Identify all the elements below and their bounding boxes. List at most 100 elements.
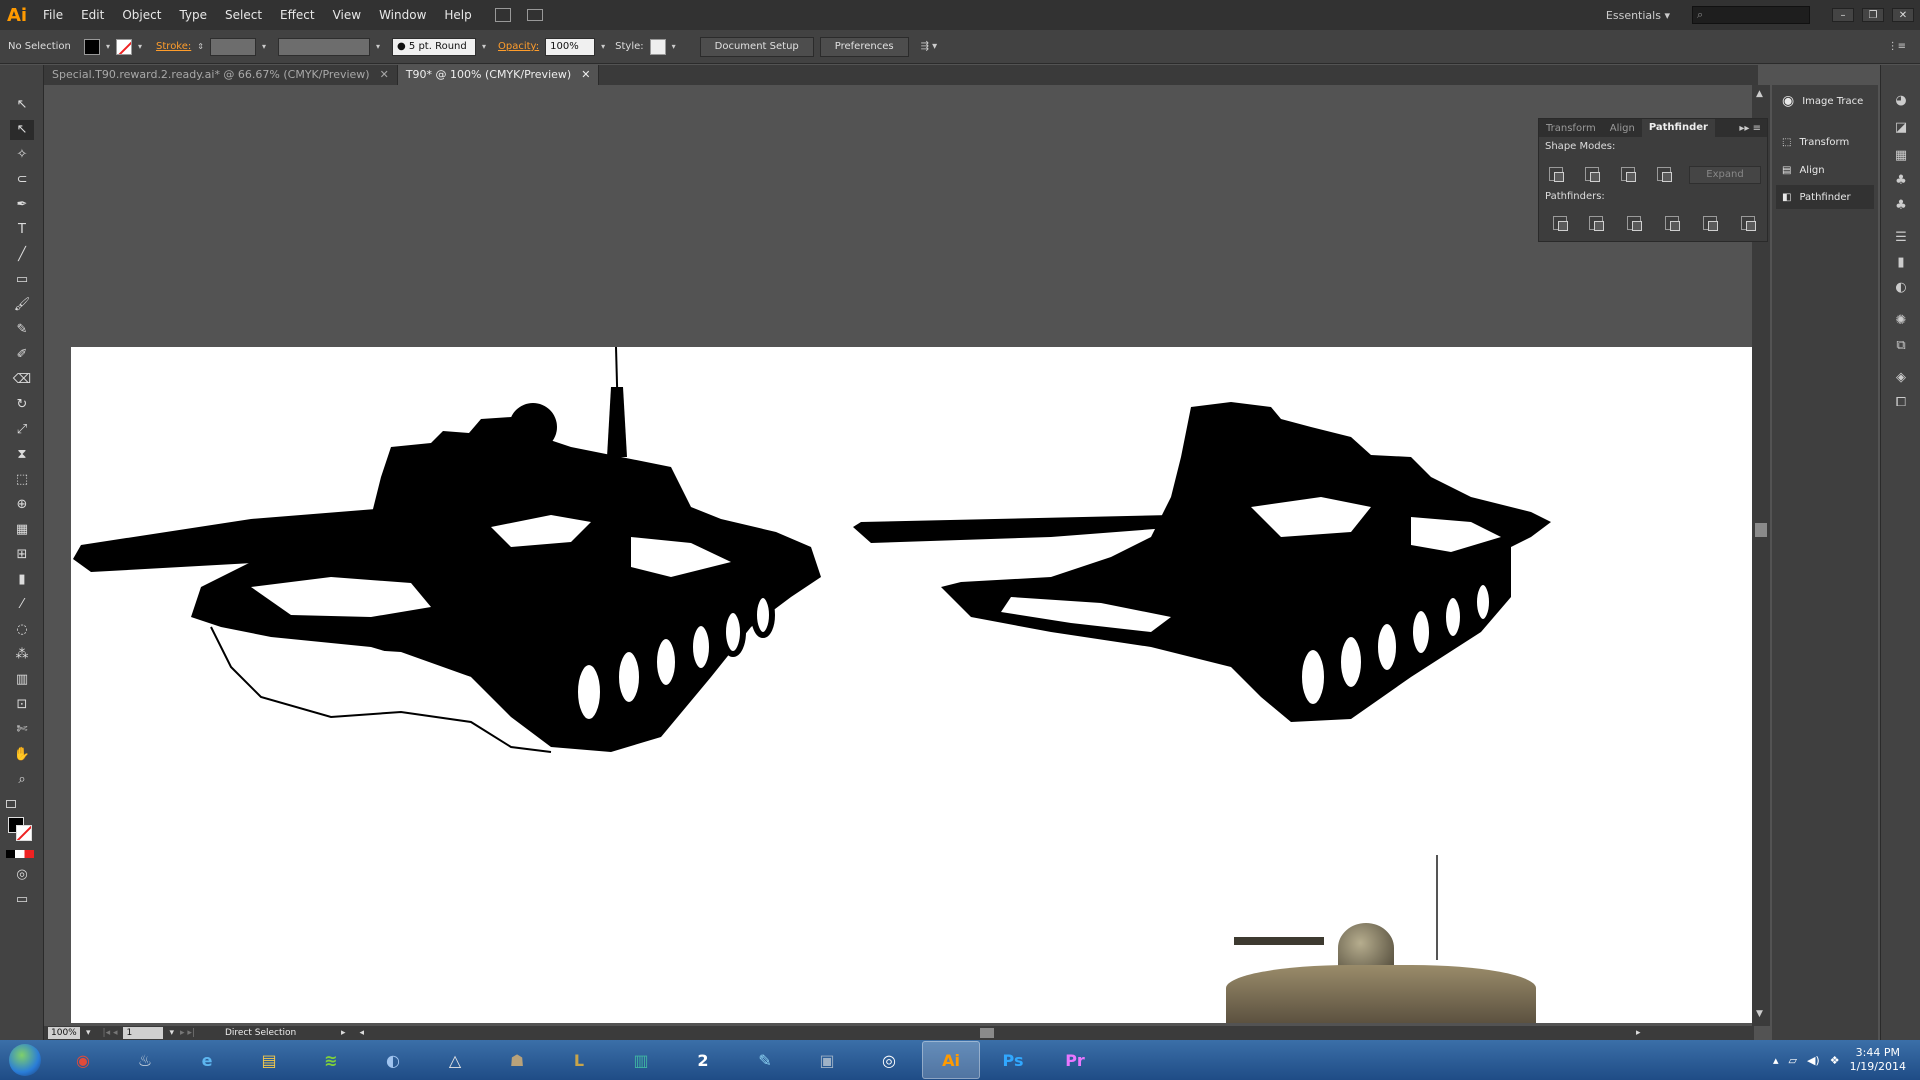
rotate-tool-icon[interactable]: ↻ [10,395,34,415]
close-tab-icon[interactable]: ✕ [380,65,389,85]
symbol-sprayer-tool-icon[interactable]: ⁂ [10,645,34,665]
shape-builder-tool-icon[interactable]: ⊕ [10,495,34,515]
menu-type[interactable]: Type [170,8,216,22]
scroll-thumb[interactable] [1755,523,1767,537]
brush-field[interactable]: ● 5 pt. Round [392,37,476,56]
stroke-weight-field[interactable] [209,37,256,56]
variable-width-dropdown[interactable]: ▾ [376,42,380,51]
lasso-tool-icon[interactable]: ⊂ [10,170,34,190]
fill-dropdown-icon[interactable]: ▾ [106,42,110,51]
taskbar-media-icon[interactable]: ◐ [364,1041,422,1079]
first-artboard-icon[interactable]: |◂ ◂ [103,1028,118,1038]
stroke-panel-icon[interactable]: ☰ [1890,230,1912,248]
menu-help[interactable]: Help [435,8,480,22]
eyedropper-tool-icon[interactable]: ⁄ [10,595,34,615]
menu-file[interactable]: File [34,8,72,22]
taskbar-internet-explorer-icon[interactable]: e [178,1041,236,1079]
gradient-tool-icon[interactable]: ▮ [10,570,34,590]
bridge-icon[interactable] [494,8,511,22]
merge-icon[interactable] [1627,216,1642,231]
tab-special-t90[interactable]: Special.T90.reward.2.ready.ai* @ 66.67% … [44,65,398,85]
pencil-tool-icon[interactable]: ✎ [10,320,34,340]
restore-button[interactable]: ❐ [1862,8,1884,22]
tab-pathfinder[interactable]: Pathfinder [1641,119,1715,137]
transparency-icon[interactable]: ◐ [1890,280,1912,298]
opacity-dropdown[interactable]: ▾ [601,42,605,51]
horizontal-scrollbar[interactable] [370,1028,1630,1038]
minus-front-icon[interactable] [1585,167,1600,182]
type-tool-icon[interactable]: T [10,220,34,240]
search-input[interactable]: ⌕ [1692,6,1810,24]
paintbrush-tool-icon[interactable]: 🖌 [10,295,34,315]
scale-tool-icon[interactable]: ⤢ [10,420,34,440]
slice-tool-icon[interactable]: ✄ [10,720,34,740]
tab-transform[interactable]: Transform [1539,123,1603,134]
appearance-icon[interactable]: ✺ [1890,313,1912,331]
graphic-styles-icon[interactable]: ⧉ [1890,338,1912,356]
outline-icon[interactable] [1703,216,1718,231]
workspace-switcher[interactable]: Essentials ▾ [1606,9,1670,22]
artboard-dropdown-icon[interactable]: ▾ [169,1028,174,1038]
rectangle-tool-icon[interactable]: ▭ [10,270,34,290]
symbols-icon[interactable]: ♣ [1890,173,1912,191]
width-tool-icon[interactable]: ⧗ [10,445,34,465]
intersect-icon[interactable] [1621,167,1636,182]
preferences-button[interactable]: Preferences [819,36,909,57]
menu-edit[interactable]: Edit [72,8,113,22]
draw-mode-icon[interactable]: ◎ [10,865,34,885]
brush-dropdown[interactable]: ▾ [482,42,486,51]
exclude-icon[interactable] [1657,167,1672,182]
stroke-dropdown-icon[interactable]: ▾ [138,42,142,51]
default-colors-icon[interactable] [6,800,16,808]
taskbar-chart-app-icon[interactable]: ▥ [612,1041,670,1079]
opacity-field[interactable]: 100% [545,37,596,56]
club-icon[interactable]: ♣ [1890,198,1912,216]
artboard-number-field[interactable]: 1 [123,1027,164,1039]
transform-panel-button[interactable]: ⬚ Transform [1776,130,1874,154]
unite-icon[interactable] [1549,167,1564,182]
blob-brush-tool-icon[interactable]: ✐ [10,345,34,365]
scroll-right-icon[interactable]: ▸ [1636,1028,1641,1038]
taskbar-photoshop-icon[interactable]: Ps [984,1041,1042,1079]
scroll-left-icon[interactable]: ◂ [359,1028,364,1038]
control-panel-menu-icon[interactable]: ⋮≡ [1888,41,1906,52]
reference-tank-photo[interactable] [1226,855,1536,1023]
taskbar-premiere-icon[interactable]: Pr [1046,1041,1104,1079]
tank-right-artwork[interactable] [851,347,1611,767]
direct-selection-tool-icon[interactable]: ↖ [10,120,34,140]
hand-tool-icon[interactable]: ✋ [10,745,34,765]
horizontal-scroll-thumb[interactable] [980,1028,994,1038]
panel-collapse-icon[interactable]: ▸▸ ≡ [1739,123,1767,134]
menu-view[interactable]: View [324,8,370,22]
free-transform-tool-icon[interactable]: ⬚ [10,470,34,490]
clock[interactable]: 3:44 PM 1/19/2014 [1850,1046,1906,1074]
taskbar-league-icon[interactable]: L [550,1041,608,1079]
style-dropdown[interactable]: ▾ [672,42,676,51]
network-icon[interactable]: ▱ [1788,1054,1796,1067]
divide-icon[interactable] [1553,216,1568,231]
taskbar-game-icon[interactable]: ☗ [488,1041,546,1079]
trim-icon[interactable] [1589,216,1604,231]
artboard-tool-icon[interactable]: ⊡ [10,695,34,715]
eraser-tool-icon[interactable]: ⌫ [10,370,34,390]
tab-t90[interactable]: T90* @ 100% (CMYK/Preview) ✕ [397,65,600,85]
graph-tool-icon[interactable]: ▥ [10,670,34,690]
stroke-label[interactable]: Stroke: [156,41,191,52]
taskbar-app-2-icon[interactable]: 2 [674,1041,732,1079]
brushes-icon[interactable]: ▦ [1890,148,1912,166]
screen-mode-icon[interactable]: ▭ [10,890,34,910]
image-trace-panel-button[interactable]: ◉ Image Trace [1776,89,1874,113]
opacity-label[interactable]: Opacity: [498,41,539,52]
magic-wand-tool-icon[interactable]: ✧ [10,145,34,165]
menu-object[interactable]: Object [113,8,170,22]
variable-width-field[interactable] [277,37,370,56]
zoom-tool-icon[interactable]: ⌕ [10,770,34,790]
tab-align[interactable]: Align [1603,123,1642,134]
dropbox-icon[interactable]: ❖ [1830,1054,1840,1067]
zoom-dropdown-icon[interactable]: ▾ [86,1028,91,1038]
arrange-icon[interactable]: ⇶ ▾ [921,41,938,52]
document-setup-button[interactable]: Document Setup [699,36,814,57]
pathfinder-panel-button[interactable]: ◧ Pathfinder [1776,185,1874,209]
taskbar-notes-icon[interactable]: ✎ [736,1041,794,1079]
menu-select[interactable]: Select [216,8,271,22]
